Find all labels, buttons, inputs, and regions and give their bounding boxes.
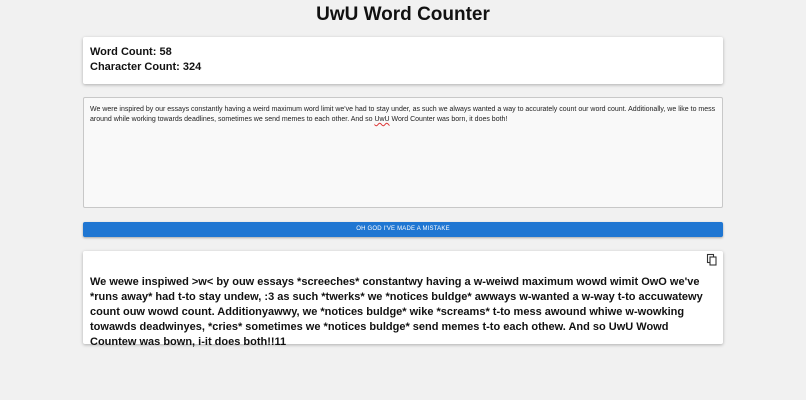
- character-count-label: Character Count:: [90, 61, 180, 73]
- convert-button[interactable]: OH GOD I'VE MADE A MISTAKE: [83, 222, 723, 237]
- copy-icon: [706, 253, 717, 266]
- character-count-value: 324: [182, 61, 202, 73]
- input-text-end: Word Counter was born, it does both!: [389, 116, 508, 123]
- input-text-misspelled: UwU: [374, 116, 390, 123]
- word-count-label: Word Count:: [90, 46, 157, 58]
- page-title: UwU Word Counter: [316, 4, 490, 25]
- word-count-line: Word Count: 58: [90, 45, 716, 60]
- character-count-line: Character Count: 324: [90, 60, 716, 75]
- output-card: We wewe inspiwed >w< by ouw essays *scre…: [83, 251, 723, 348]
- word-count-value: 58: [159, 46, 172, 58]
- stats-card: Word Count: 58 Character Count: 324: [83, 37, 723, 84]
- copy-button[interactable]: [704, 253, 720, 267]
- output-text: We wewe inspiwed >w< by ouw essays *scre…: [90, 276, 703, 348]
- input-textarea[interactable]: We were inspired by our essays constantl…: [83, 97, 723, 208]
